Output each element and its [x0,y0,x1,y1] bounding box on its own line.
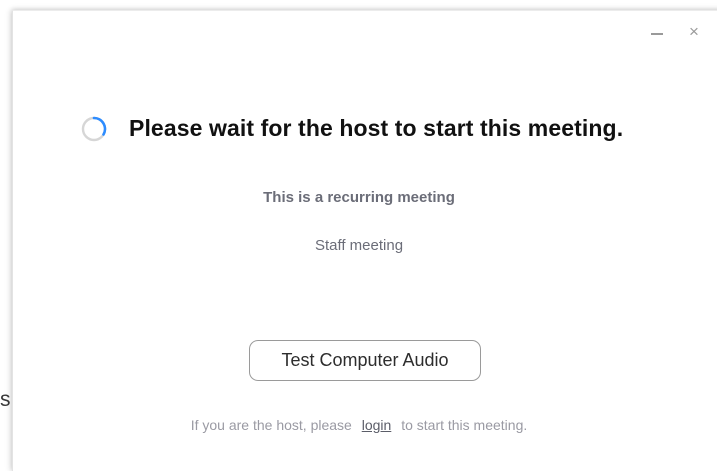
waiting-status: Please wait for the host to start this m… [81,115,623,142]
background-window-text-fragment: s [0,388,11,411]
waiting-title: Please wait for the host to start this m… [129,115,624,141]
waiting-room-dialog: × Please wait for the host to start this… [12,10,717,471]
host-login-note: If you are the host, please login to sta… [13,417,705,433]
minimize-icon [651,33,663,35]
close-button[interactable]: × [689,22,699,41]
host-note-prefix: If you are the host, please [190,417,352,433]
loading-spinner-icon [81,116,107,141]
host-note-suffix: to start this meeting. [401,417,528,433]
test-computer-audio-button[interactable]: Test Computer Audio [249,340,481,381]
meeting-type-label: This is a recurring meeting [263,189,455,206]
login-link[interactable]: login [362,417,392,433]
meeting-topic: Staff meeting [314,237,404,254]
close-icon: × [689,22,699,41]
minimize-button[interactable] [651,25,663,35]
